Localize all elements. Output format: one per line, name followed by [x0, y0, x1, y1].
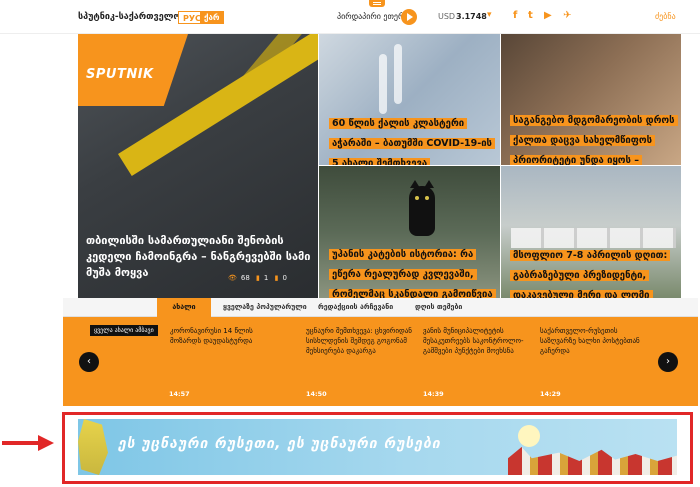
story-headline[interactable]: მსოფლიო 7-8 აპრილის დღით: გაბრაზებული პრ…	[510, 243, 680, 298]
site-brand[interactable]: სპუტნიკ-საქართველო	[78, 12, 181, 22]
main-story[interactable]: SPUTNIK თბილისში სამართულიანი შენობის კე…	[78, 34, 318, 298]
twitter-icon[interactable]: t	[528, 10, 533, 21]
currency-value: 3.1748	[456, 12, 487, 21]
tab-editors-choice[interactable]: რედაქციის არჩევანი	[318, 298, 393, 317]
prev-arrow-icon[interactable]: ‹	[79, 352, 99, 372]
feed-item-time: 14:39	[423, 390, 444, 398]
story-headline[interactable]: უჰანის კატების ისტორია: რა ეწერა რეალურა…	[329, 242, 497, 298]
story-tile[interactable]: საგანგებო მდგომარეობის დროს ქალთა დაცვა …	[501, 34, 681, 165]
feed-item[interactable]: კორონავირუსი 14 წლის მოზარდს დაუდასტურდა	[170, 326, 280, 346]
sputnik-logo-text: SPUTNIK	[86, 67, 154, 82]
story-tile[interactable]: 60 წლის ქალის კლასტერი აჭარაში – ბათუმში…	[319, 34, 500, 165]
live-radio-label[interactable]: პირდაპირი ეთერი	[337, 12, 408, 21]
hero-grid: SPUTNIK თბილისში სამართულიანი შენობის კე…	[78, 34, 681, 298]
story-headline[interactable]: 60 წლის ქალის კლასტერი აჭარაში – ბათუმში…	[329, 111, 497, 165]
banner-text: ეს უცნაური რუსეთი, ეს უცნაური რუსები	[118, 436, 441, 452]
feed-item-time: 14:50	[306, 390, 327, 398]
tab-topics-of-day[interactable]: დღის თემები	[415, 298, 462, 317]
tree-decoration	[78, 419, 108, 475]
facebook-icon[interactable]: f	[513, 10, 517, 21]
next-arrow-icon[interactable]: ›	[658, 352, 678, 372]
share-icon: ▮	[274, 274, 279, 282]
lab-tube	[379, 54, 387, 114]
top-bar: სპუტნიკ-საქართველო РУС ქარ პირდაპირი ეთე…	[0, 0, 700, 34]
shares-count: 0	[282, 274, 287, 282]
story-stats: 👁 68 ▮ 1 ▮ 0	[228, 274, 291, 282]
rate-arrow-icon: ▾	[487, 10, 492, 20]
search-link[interactable]: ძებნა	[655, 12, 676, 21]
tab-popular[interactable]: ყველაზე პოპულარული	[223, 298, 307, 317]
comments-count: 1	[263, 274, 269, 282]
page: სპუტნიკ-საქართველო РУС ქარ პირდაპირი ეთე…	[0, 0, 700, 487]
feed-tabs: ახალი ყველაზე პოპულარული რედაქციის არჩევ…	[63, 298, 698, 317]
feed-item-time: 14:57	[169, 390, 190, 398]
all-news-button[interactable]: ყველა ახალი ამბავი	[90, 325, 158, 336]
comment-icon: ▮	[256, 274, 260, 282]
story-tile[interactable]: მსოფლიო 7-8 აპრილის დღით: გაბრაზებული პრ…	[501, 166, 681, 298]
feed-item[interactable]: ვანის მუნიციპალიტეტის მესაკუთრეებს საკონ…	[423, 326, 533, 356]
story-headline[interactable]: საგანგებო მდგომარეობის დროს ქალთა დაცვა …	[510, 108, 680, 165]
currency-label: USD	[438, 12, 456, 21]
cat-figure	[409, 180, 435, 236]
telegram-icon[interactable]: ✈	[563, 10, 571, 21]
tab-latest[interactable]: ახალი	[157, 298, 211, 317]
play-icon[interactable]	[401, 9, 417, 25]
news-feed: ახალი ყველაზე პოპულარული რედაქციის არჩევ…	[63, 298, 698, 406]
lab-tube	[394, 44, 402, 104]
story-tile[interactable]: უჰანის კატების ისტორია: რა ეწერა რეალურა…	[319, 166, 500, 298]
eye-icon: 👁	[228, 274, 237, 282]
menu-toggle-icon[interactable]	[369, 0, 385, 7]
views-count: 68	[240, 274, 250, 282]
city-skyline	[508, 447, 677, 475]
sun-decoration	[518, 425, 540, 447]
youtube-icon[interactable]: ▶	[544, 10, 552, 21]
feed-item[interactable]: უცნაური შემთხვევა: ცხვირიდან სისხლდენის …	[306, 326, 416, 356]
feed-item-time: 14:29	[540, 390, 561, 398]
feed-item[interactable]: საქართველო-რუსეთის საზღვარზე ხალხი პოსტე…	[540, 326, 650, 356]
lang-ka-button[interactable]: ქარ	[200, 11, 224, 24]
red-arrow-icon	[0, 435, 56, 451]
promo-banner[interactable]: ეს უცნაური რუსეთი, ეს უცნაური რუსები	[78, 419, 677, 475]
